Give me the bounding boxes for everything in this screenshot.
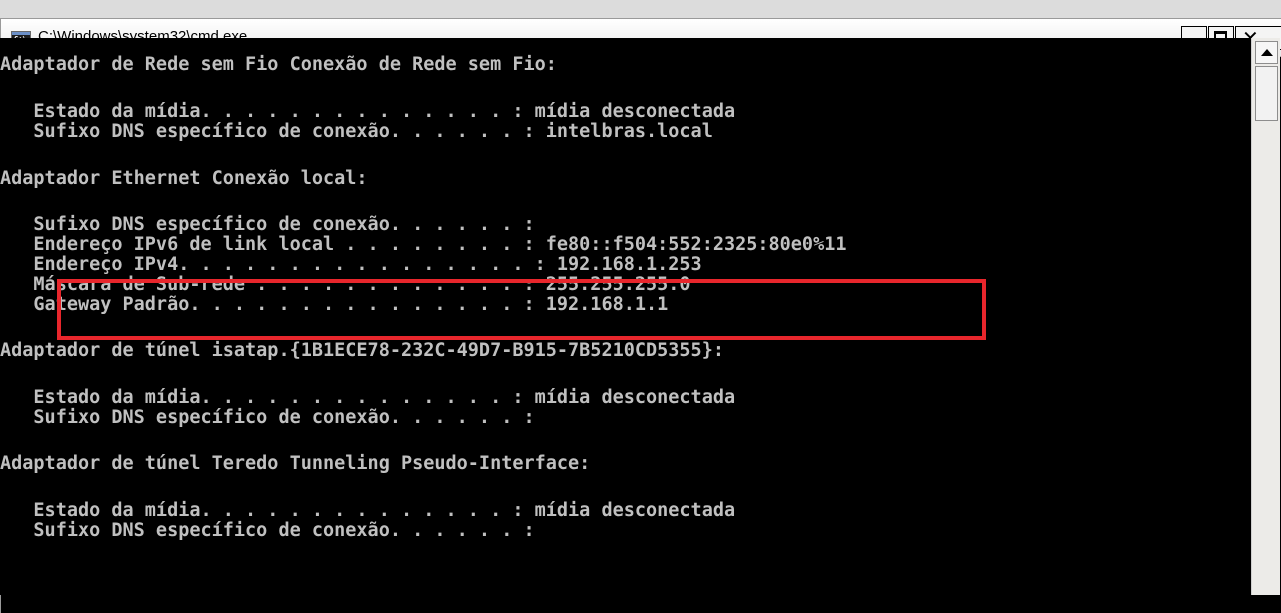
console-line-teredo-dns-suffix: Sufixo DNS específico de conexão. . . . … bbox=[0, 520, 535, 541]
console-line-wireless-header: Adaptador de Rede sem Fio Conexão de Red… bbox=[0, 54, 557, 75]
scroll-thumb[interactable] bbox=[1255, 66, 1278, 121]
scroll-up-button[interactable] bbox=[1255, 41, 1278, 64]
console-line-ethernet-ipv4: Endereço IPv4. . . . . . . . . . . . . .… bbox=[0, 254, 702, 275]
console-line-isatap-header: Adaptador de túnel isatap.{1B1ECE78-232C… bbox=[0, 340, 724, 361]
console-line-wireless-media-state: Estado da mídia. . . . . . . . . . . . .… bbox=[0, 101, 736, 122]
up-arrow-icon bbox=[1261, 49, 1273, 56]
console-line-teredo-header: Adaptador de túnel Teredo Tunneling Pseu… bbox=[0, 453, 591, 474]
highlight-annotation-box bbox=[57, 279, 986, 340]
console-line-wireless-dns-suffix: Sufixo DNS específico de conexão. . . . … bbox=[0, 121, 713, 142]
console-line-ethernet-ipv6: Endereço IPv6 de link local . . . . . . … bbox=[0, 234, 847, 255]
console-line-teredo-media-state: Estado da mídia. . . . . . . . . . . . .… bbox=[0, 500, 736, 521]
vertical-scrollbar[interactable] bbox=[1251, 38, 1280, 595]
console-line-ethernet-dns-suffix: Sufixo DNS específico de conexão. . . . … bbox=[0, 214, 535, 235]
console-line-ethernet-header: Adaptador Ethernet Conexão local: bbox=[0, 168, 368, 189]
console-line-isatap-dns-suffix: Sufixo DNS específico de conexão. . . . … bbox=[0, 407, 535, 428]
console-line-isatap-media-state: Estado da mídia. . . . . . . . . . . . .… bbox=[0, 387, 736, 408]
